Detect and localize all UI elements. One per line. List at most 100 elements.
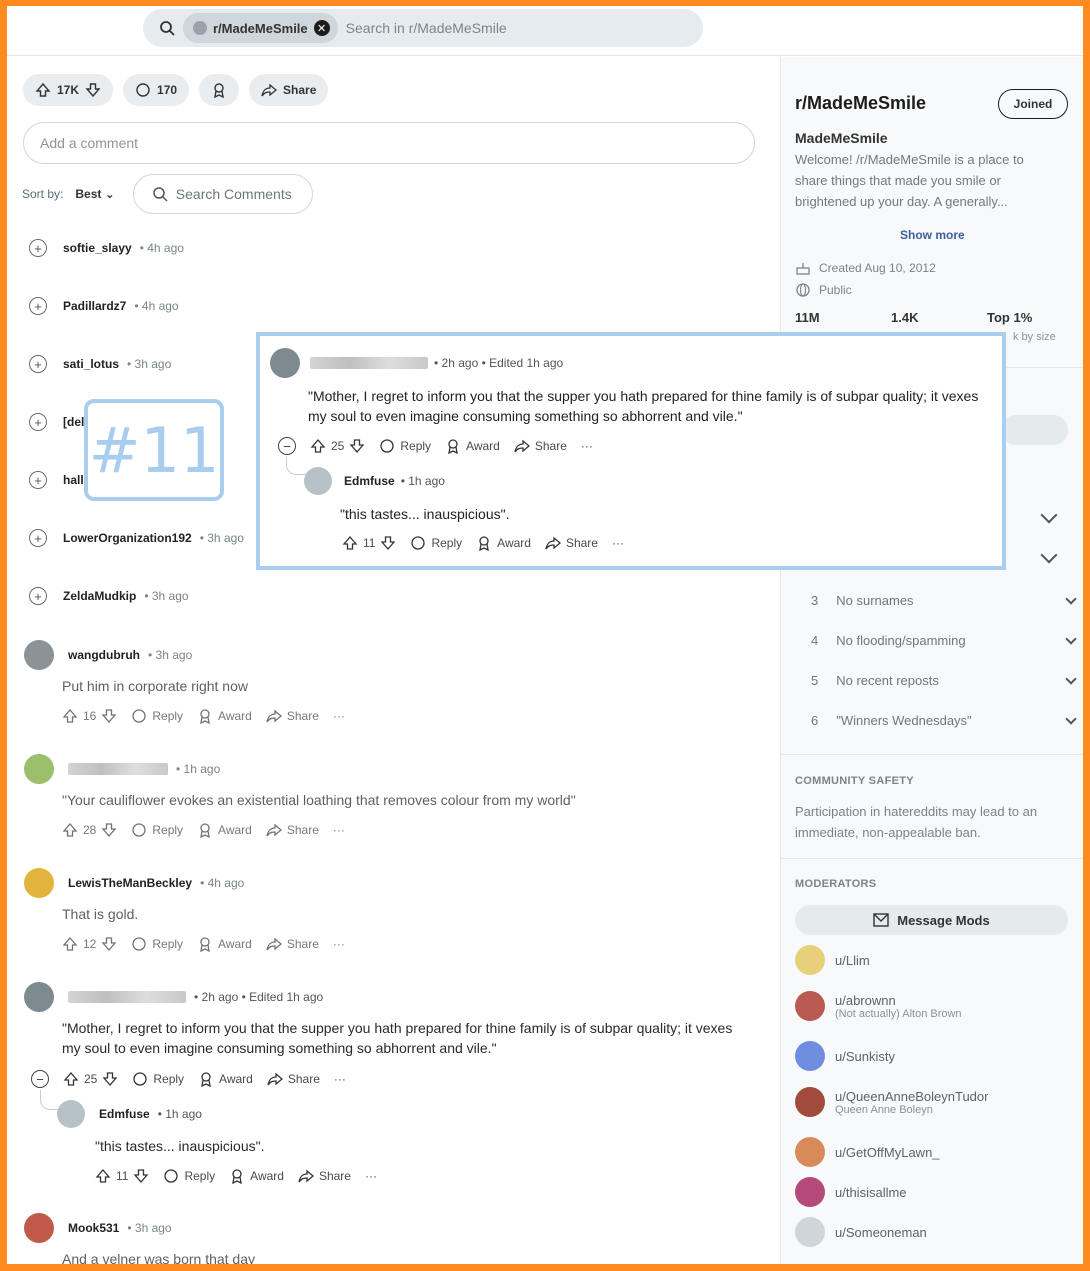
rule-item[interactable]: 3 No surnames (811, 593, 1077, 608)
share-button[interactable]: Share (267, 1071, 320, 1087)
upvote-icon[interactable] (35, 82, 51, 98)
comment-author[interactable]: sati_lotus (63, 357, 119, 371)
reply-button[interactable]: Reply (131, 936, 183, 952)
message-mods-button[interactable]: Message Mods (795, 905, 1068, 935)
award-button[interactable]: Award (197, 708, 252, 724)
downvote-icon[interactable] (133, 1168, 149, 1184)
avatar[interactable] (24, 868, 54, 898)
more-options-button[interactable]: ··· (333, 937, 345, 951)
award-button[interactable]: Award (198, 1071, 253, 1087)
more-options-button[interactable]: ··· (333, 823, 345, 837)
share-button[interactable]: Share (298, 1168, 351, 1184)
reply-button[interactable]: Reply (379, 438, 431, 454)
expand-icon[interactable]: + (29, 297, 47, 315)
award-button[interactable]: Award (197, 936, 252, 952)
expand-icon[interactable]: + (29, 529, 47, 547)
search-comments-input[interactable]: Search Comments (132, 174, 313, 214)
share-button[interactable]: Share (266, 708, 319, 724)
clear-chip-icon[interactable]: ✕ (313, 20, 330, 36)
reply-button[interactable]: Reply (131, 708, 183, 724)
more-options-button[interactable]: ··· (612, 536, 624, 550)
reply-button[interactable]: Reply (131, 822, 183, 838)
downvote-icon[interactable] (380, 535, 396, 551)
comment-author[interactable]: Edmfuse (344, 474, 395, 488)
upvote-icon[interactable] (95, 1168, 111, 1184)
comment-author[interactable]: Edmfuse (99, 1107, 150, 1121)
avatar[interactable] (24, 982, 54, 1012)
avatar[interactable] (304, 467, 332, 495)
comments-button[interactable]: 170 (123, 74, 190, 106)
share-button[interactable]: Share (249, 74, 329, 106)
rule-item[interactable]: 6 "Winners Wednesdays" (811, 713, 1077, 728)
downvote-icon[interactable] (102, 1071, 118, 1087)
comment-author[interactable]: LewisTheManBeckley (68, 876, 192, 890)
community-title[interactable]: r/MadeMeSmile (795, 93, 926, 114)
moderator-item[interactable]: u/thisisallme (795, 1177, 907, 1207)
comment-author[interactable]: hall (63, 473, 84, 487)
sidebar-search-pill[interactable] (1001, 415, 1068, 445)
comment-author[interactable]: ZeldaMudkip (63, 589, 136, 603)
share-button[interactable]: Share (266, 822, 319, 838)
moderator-item[interactable]: u/GetOffMyLawn_ (795, 1137, 940, 1167)
reply-button[interactable]: Reply (163, 1168, 215, 1184)
more-options-button[interactable]: ··· (334, 1072, 346, 1086)
comment-author[interactable]: softie_slayy (63, 241, 132, 255)
upvote-icon[interactable] (62, 822, 78, 838)
upvote-icon[interactable] (342, 535, 358, 551)
rule-item[interactable]: 4 No flooding/spamming (811, 633, 1077, 648)
share-button[interactable]: Share (266, 936, 319, 952)
comment-author[interactable]: LowerOrganization192 (63, 531, 192, 545)
collapse-icon[interactable]: − (278, 437, 296, 455)
search-placeholder[interactable]: Search in r/MadeMeSmile (346, 20, 507, 36)
share-button[interactable]: Share (545, 535, 598, 551)
award-button[interactable]: Award (229, 1168, 284, 1184)
joined-button[interactable]: Joined (998, 89, 1068, 119)
more-options-button[interactable]: ··· (581, 439, 593, 453)
comment-author[interactable]: [del (63, 415, 84, 429)
award-button[interactable]: Award (445, 438, 500, 454)
share-button[interactable]: Share (514, 438, 567, 454)
moderator-item[interactable]: u/QueenAnneBoleynTudor Queen Anne Boleyn (795, 1087, 988, 1117)
upvote-icon[interactable] (62, 708, 78, 724)
rank-note[interactable]: k by size (1013, 331, 1056, 343)
moderator-item[interactable]: u/Sunkisty (795, 1041, 895, 1071)
avatar[interactable] (24, 1213, 54, 1243)
downvote-icon[interactable] (101, 822, 117, 838)
upvote-icon[interactable] (63, 1071, 79, 1087)
expand-icon[interactable]: + (29, 587, 47, 605)
reply-button[interactable]: Reply (132, 1071, 184, 1087)
comment-author[interactable]: Mook531 (68, 1221, 119, 1235)
sort-dropdown[interactable]: Best ⌄ (75, 187, 114, 201)
downvote-icon[interactable] (101, 708, 117, 724)
downvote-icon[interactable] (349, 438, 365, 454)
subreddit-chip[interactable]: r/MadeMeSmile ✕ (183, 13, 338, 43)
moderator-item[interactable]: u/Someoneman (795, 1217, 927, 1247)
avatar[interactable] (270, 348, 300, 378)
rule-item[interactable]: 5 No recent reposts (811, 673, 1077, 688)
moderator-item[interactable]: u/Llim (795, 945, 870, 975)
avatar[interactable] (24, 640, 54, 670)
chevron-down-icon[interactable] (1040, 546, 1058, 564)
reply-button[interactable]: Reply (410, 535, 462, 551)
award-button[interactable]: Award (197, 822, 252, 838)
downvote-icon[interactable] (101, 936, 117, 952)
expand-icon[interactable]: + (29, 355, 47, 373)
add-comment-input[interactable]: Add a comment (23, 122, 755, 164)
collapse-icon[interactable]: − (31, 1070, 49, 1088)
expand-icon[interactable]: + (29, 239, 47, 257)
moderator-item[interactable]: u/abrownn (Not actually) Alton Brown (795, 991, 962, 1021)
comment-author[interactable]: wangdubruh (68, 648, 140, 662)
upvote-icon[interactable] (310, 438, 326, 454)
avatar[interactable] (24, 754, 54, 784)
avatar[interactable] (57, 1100, 85, 1128)
more-options-button[interactable]: ··· (365, 1169, 377, 1183)
show-more-link[interactable]: Show more (900, 228, 965, 242)
more-options-button[interactable]: ··· (333, 709, 345, 723)
expand-icon[interactable]: + (29, 471, 47, 489)
subreddit-search-bar[interactable]: r/MadeMeSmile ✕ Search in r/MadeMeSmile (143, 9, 703, 47)
chevron-down-icon[interactable] (1040, 506, 1058, 524)
award-button[interactable]: Award (476, 535, 531, 551)
downvote-icon[interactable] (85, 82, 101, 98)
comment-author[interactable]: Padillardz7 (63, 299, 126, 313)
expand-icon[interactable]: + (29, 413, 47, 431)
